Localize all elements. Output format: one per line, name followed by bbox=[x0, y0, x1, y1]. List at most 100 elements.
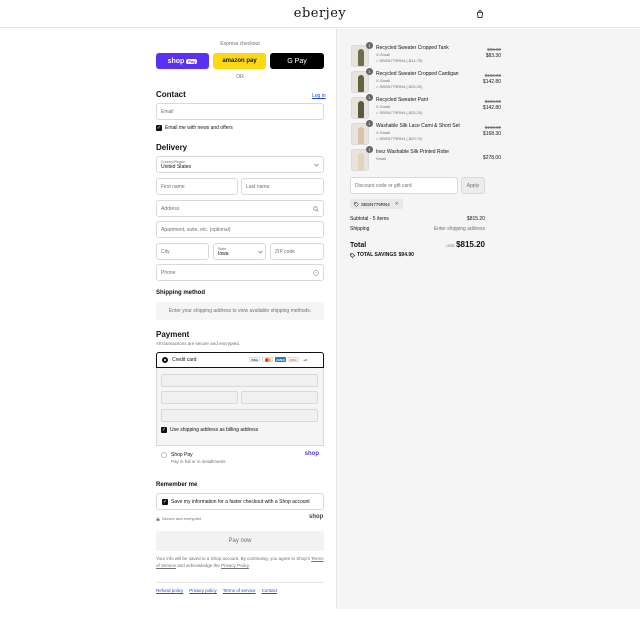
chevron-down-icon bbox=[258, 250, 263, 254]
item-discount: ⌂ SBSN779RN4 (-$25.20) bbox=[376, 110, 423, 115]
payment-title: Payment bbox=[156, 330, 190, 339]
original-price: $198.00 bbox=[484, 125, 501, 130]
item-name: Recycled Sweater Pant bbox=[376, 97, 428, 103]
shop-pay-button[interactable]: shop Pay bbox=[156, 53, 209, 69]
payment-subtitle: All transactions are secure and encrypte… bbox=[156, 341, 241, 346]
save-info-row[interactable]: ✓ Save my information for a faster check… bbox=[162, 499, 310, 505]
line-item: 1 Washable Silk Lace Cami & Short Set X-… bbox=[351, 120, 501, 145]
shop-logo: shop bbox=[309, 514, 324, 520]
product-thumbnail bbox=[351, 123, 369, 145]
billing-address-checkbox[interactable]: ✓ bbox=[161, 427, 167, 433]
shipping-method-title: Shipping method bbox=[156, 290, 205, 296]
product-figure bbox=[358, 127, 364, 144]
footer-divider bbox=[156, 582, 324, 583]
product-figure bbox=[358, 153, 364, 170]
total-label: Total bbox=[350, 242, 367, 249]
quantity-badge: 1 bbox=[366, 42, 373, 49]
credit-card-radio[interactable] bbox=[162, 357, 168, 363]
total-value: $815.20 bbox=[456, 240, 485, 249]
apply-button[interactable]: Apply bbox=[461, 177, 485, 194]
discount-code-field[interactable]: Discount code or gift card bbox=[350, 177, 458, 194]
item-name: Recycled Sweater Cropped Tank bbox=[376, 45, 449, 51]
newsletter-checkbox[interactable]: ✓ bbox=[156, 125, 162, 131]
credit-card-option[interactable]: Credit card VISA AMEX DISC +4 bbox=[156, 352, 324, 368]
refund-policy-link[interactable]: Refund policy bbox=[156, 588, 183, 593]
name-on-card-field[interactable] bbox=[161, 409, 318, 422]
country-select[interactable]: Country/Region United States bbox=[156, 156, 324, 173]
pay-now-button[interactable]: Pay now bbox=[156, 531, 324, 551]
product-figure bbox=[358, 101, 364, 118]
amazon-pay-button[interactable]: amazon pay bbox=[213, 53, 266, 69]
contact-link[interactable]: Contact bbox=[262, 588, 278, 593]
item-discount: ⌂ SBSN779RN4 (-$14.75) bbox=[376, 58, 423, 63]
billing-address-row[interactable]: ✓ Use shipping address as billing addres… bbox=[161, 427, 258, 433]
shipping-method-message: Enter your shipping address to view avai… bbox=[156, 302, 324, 320]
item-price: $278.00 bbox=[482, 155, 501, 161]
shop-pay-logo: shop bbox=[304, 451, 319, 457]
subtotal-row: Subtotal · 5 items $815.20 bbox=[350, 216, 485, 222]
apartment-field[interactable]: Apartment, suite, etc. (optional) bbox=[156, 221, 324, 238]
shop-pay-subtitle: Pay in full or in installments bbox=[171, 459, 226, 464]
save-info-checkbox[interactable]: ✓ bbox=[162, 499, 168, 505]
tag-icon bbox=[350, 252, 355, 258]
delivery-title: Delivery bbox=[156, 143, 188, 152]
total-savings: TOTAL SAVINGS $94.90 bbox=[350, 252, 414, 258]
product-thumbnail bbox=[351, 149, 369, 171]
login-link[interactable]: Log in bbox=[312, 93, 326, 99]
applied-discount-tag: SBSN779RN4 ✕ bbox=[350, 199, 403, 209]
address-field[interactable]: Address bbox=[156, 200, 324, 217]
footer-privacy-policy-link[interactable]: Privacy policy bbox=[189, 588, 217, 593]
chevron-down-icon bbox=[314, 163, 319, 167]
phone-field[interactable]: Phone bbox=[156, 264, 324, 281]
remove-code-icon[interactable]: ✕ bbox=[395, 201, 399, 207]
item-price: $83.30 bbox=[485, 53, 501, 59]
shopping-bag-icon[interactable] bbox=[476, 10, 484, 18]
expiry-field[interactable] bbox=[161, 391, 238, 404]
remember-title: Remember me bbox=[156, 482, 198, 488]
help-icon[interactable]: ? bbox=[313, 270, 319, 276]
google-pay-button[interactable]: G Pay bbox=[270, 53, 324, 69]
footer-terms-link[interactable]: Terms of service bbox=[223, 588, 256, 593]
brand-logo[interactable]: eberjey bbox=[0, 6, 640, 21]
newsletter-row[interactable]: ✓ Email me with news and offers bbox=[156, 125, 233, 131]
zip-field[interactable]: ZIP code bbox=[270, 243, 324, 260]
lock-icon bbox=[156, 516, 160, 521]
line-item: 1 Recycled Sweater Cropped Cardigan X-Sm… bbox=[351, 68, 501, 93]
mastercard-icon bbox=[262, 357, 273, 362]
total-row: Total USD $815.20 bbox=[350, 240, 485, 249]
line-item: 1 Inez Washable Silk Printed Robe Small … bbox=[351, 146, 501, 171]
security-code-field[interactable] bbox=[241, 391, 318, 404]
shop-pay-radio[interactable] bbox=[161, 452, 167, 458]
tag-icon: ⌂ bbox=[376, 110, 379, 115]
item-name: Washable Silk Lace Cami & Short Set bbox=[376, 123, 460, 129]
line-item: 1 Recycled Sweater Pant X-Small ⌂ SBSN77… bbox=[351, 94, 501, 119]
quantity-badge: 1 bbox=[366, 68, 373, 75]
card-number-field[interactable] bbox=[161, 374, 318, 387]
tag-icon: ⌂ bbox=[376, 58, 379, 63]
city-field[interactable]: City bbox=[156, 243, 209, 260]
item-name: Recycled Sweater Cropped Cardigan bbox=[376, 71, 459, 77]
credit-card-label: Credit card bbox=[172, 357, 197, 363]
secure-note: Secure and encrypted bbox=[156, 516, 201, 521]
product-figure bbox=[358, 49, 364, 66]
discover-icon: DISC bbox=[288, 357, 299, 362]
privacy-policy-link[interactable]: Privacy Policy bbox=[221, 563, 249, 568]
item-price: $168.30 bbox=[482, 131, 501, 137]
svg-text:?: ? bbox=[315, 272, 317, 276]
legal-text: Your info will be saved to a Shop accoun… bbox=[156, 556, 324, 568]
last-name-field[interactable]: Last name bbox=[241, 178, 324, 195]
more-cards-icon: +4 bbox=[301, 357, 309, 362]
line-item: 1 Recycled Sweater Cropped Tank X-Small … bbox=[351, 42, 501, 67]
remember-me-box[interactable]: ✓ Save my information for a faster check… bbox=[156, 493, 324, 510]
first-name-field[interactable]: First name bbox=[156, 178, 238, 195]
shop-pay-option[interactable]: Shop Pay Pay in full or in installments … bbox=[156, 445, 324, 474]
quantity-badge: 1 bbox=[366, 94, 373, 101]
currency-code: USD bbox=[446, 243, 455, 248]
original-price: $98.00 bbox=[487, 47, 501, 52]
quantity-badge: 1 bbox=[366, 146, 373, 153]
original-price: $168.00 bbox=[484, 73, 501, 78]
email-field[interactable]: Email bbox=[156, 103, 324, 120]
product-thumbnail bbox=[351, 71, 369, 93]
order-summary: 1 Recycled Sweater Cropped Tank X-Small … bbox=[336, 29, 640, 609]
original-price: $168.00 bbox=[484, 99, 501, 104]
